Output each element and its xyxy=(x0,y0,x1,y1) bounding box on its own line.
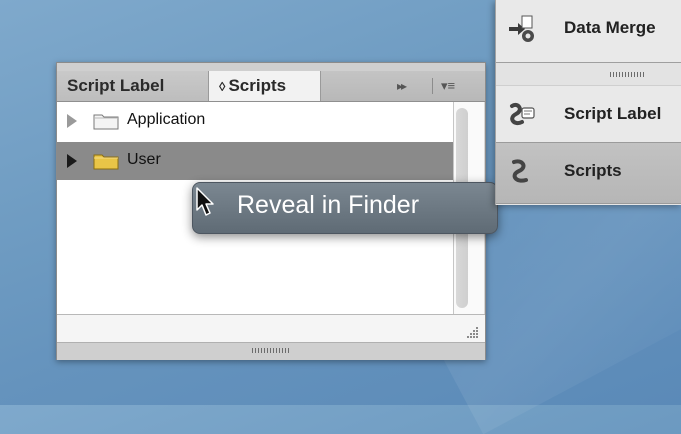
tree-row-label: Application xyxy=(127,111,206,128)
mouse-pointer-icon xyxy=(196,187,214,216)
dock-drag-handle[interactable] xyxy=(496,63,681,86)
data-merge-icon xyxy=(509,15,534,42)
context-menu: Reveal in Finder xyxy=(192,182,498,234)
tree-row-application[interactable]: Application xyxy=(57,102,453,140)
tab-scripts[interactable]: ◊ Scripts xyxy=(209,71,321,101)
panel-tab-bar: Script Label ◊ Scripts ▸▸ ▾≡ xyxy=(57,71,485,102)
resize-grip-icon[interactable] xyxy=(465,325,479,339)
toolbar-separator xyxy=(432,78,433,94)
disclosure-triangle-icon[interactable] xyxy=(67,114,77,128)
panel-button-script-label[interactable]: Script Label xyxy=(496,86,681,142)
script-label-icon xyxy=(510,103,535,125)
panel-button-label: Data Merge xyxy=(564,18,656,37)
grip-dots-icon xyxy=(610,72,646,77)
panel-button-data-merge[interactable]: Data Merge xyxy=(496,0,681,63)
scripts-icon xyxy=(512,159,528,183)
tree-row-label: User xyxy=(127,151,161,168)
panel-button-label: Scripts xyxy=(564,161,622,180)
expand-panel-icon[interactable]: ▸▸ xyxy=(397,71,407,101)
disclosure-triangle-icon[interactable] xyxy=(67,154,77,168)
panel-menu-icon[interactable]: ▾≡ xyxy=(441,71,455,101)
panel-button-label: Script Label xyxy=(564,104,662,123)
collapsed-panels-dock: Data Merge Script Label Scripts xyxy=(495,0,681,205)
menu-item-reveal-in-finder[interactable]: Reveal in Finder xyxy=(237,191,419,220)
sort-arrows-icon: ◊ xyxy=(219,79,226,94)
folder-icon xyxy=(93,114,119,130)
panel-button-scripts[interactable]: Scripts xyxy=(496,142,681,204)
tab-scripts-text: Scripts xyxy=(228,76,287,95)
panel-bottom-handle[interactable] xyxy=(57,342,485,360)
tab-script-label[interactable]: Script Label xyxy=(57,71,209,101)
folder-icon xyxy=(93,154,119,170)
panel-status-bar xyxy=(57,314,485,343)
grip-dots-icon xyxy=(252,348,290,353)
tab-script-label-text: Script Label xyxy=(67,76,165,95)
tree-row-user[interactable]: User xyxy=(57,142,483,180)
